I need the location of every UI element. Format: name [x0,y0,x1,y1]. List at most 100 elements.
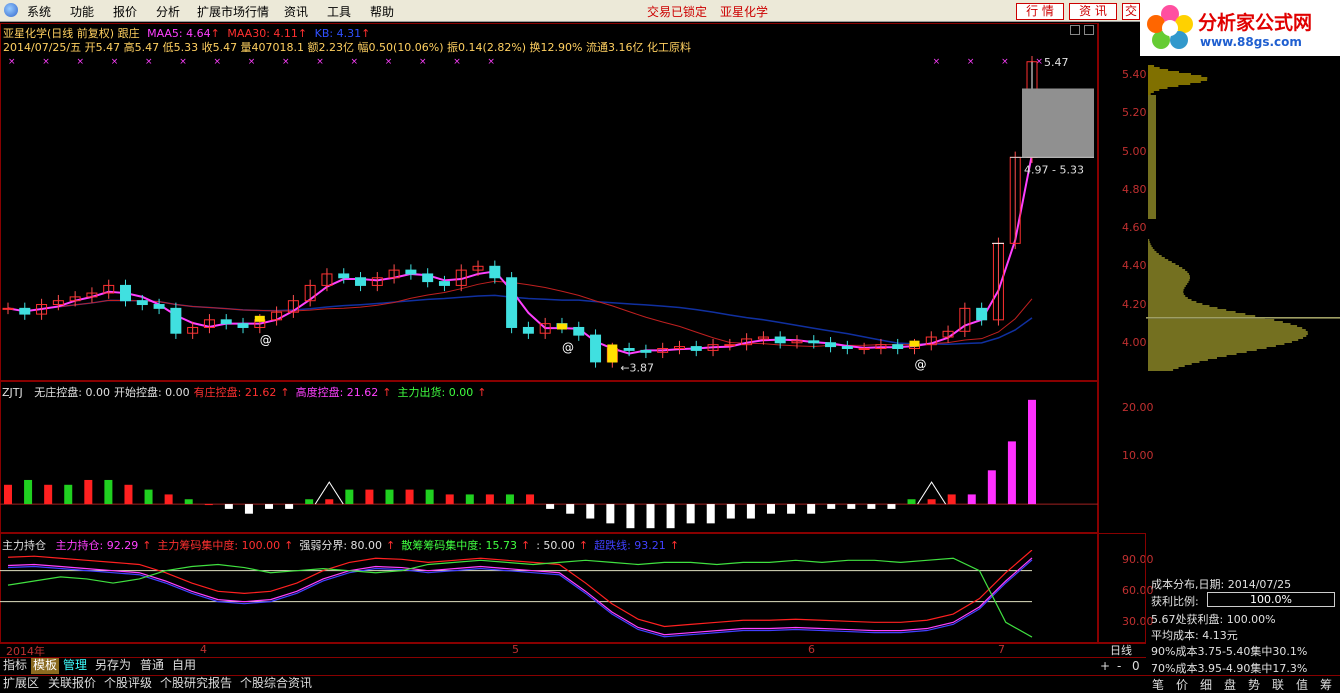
window-maximize-icon[interactable] [1084,25,1094,35]
side-tab-4[interactable]: 势 [1248,676,1260,693]
zjtj-bar [124,484,133,505]
x-marker: × [1001,57,1009,67]
highlight-candle [254,315,265,322]
reset-zoom-icon[interactable]: 0 [1132,659,1140,673]
trade-button[interactable]: 交 [1122,3,1140,20]
menu-help[interactable]: 帮助 [370,3,394,20]
zjtj-bar [405,489,414,505]
x-marker: × [282,57,290,67]
zjtj-bar [646,504,655,529]
candle-body [220,319,232,325]
menu-tools[interactable]: 工具 [327,3,351,20]
date-label-jul: 7 [998,643,1005,656]
tab-stock-rating[interactable]: 个股评级 [104,676,152,692]
zjtj-bar [1007,441,1016,505]
x-marker: × [213,57,221,67]
x-marker: × [111,57,119,67]
zjtj-bar [465,494,474,505]
concentration-line [7,550,1033,628]
zjtj-bar [586,504,595,519]
candle-body [774,336,786,344]
x-marker: × [179,57,187,67]
logo-url: www.88gs.com [1200,35,1302,49]
side-tab-1[interactable]: 价 [1176,676,1188,693]
quote-info-line: 2014/07/25/五 开5.47 高5.47 低5.33 收5.47 量40… [3,41,691,54]
zjtj-bar [244,504,253,514]
zoom-in-icon[interactable]: + [1100,659,1110,673]
low-price-label: ←3.87 [620,362,654,375]
candle-body [506,277,518,328]
tab-ext-area[interactable]: 扩展区 [3,676,39,692]
zjtj-bar [265,504,274,509]
tab-save-as[interactable]: 另存为 [93,658,133,674]
main-hold-line [7,557,1033,636]
candle-body [2,307,14,310]
x-marker: × [967,57,975,67]
tab-template[interactable]: 模板 [31,658,60,674]
side-tab-2[interactable]: 细 [1200,676,1212,693]
price-tick-3: 4.80 [1122,182,1147,196]
side-tab-7[interactable]: 筹 [1320,676,1332,693]
side-tab-5[interactable]: 联 [1272,676,1284,693]
zjtj-bar [606,504,615,524]
zjtj-bar [626,504,635,529]
zjtj-bar [766,504,775,514]
zjtj-bar [204,504,213,506]
zjtj-bar [927,499,936,505]
hold-chart[interactable] [0,550,1098,643]
zoom-out-icon[interactable]: - [1117,659,1121,673]
tab-normal[interactable]: 普通 [138,658,166,674]
tab-research-report[interactable]: 个股研究报告 [160,676,232,692]
zjtj-bar [285,504,294,509]
zjtj-bar [84,479,93,505]
window-restore-icon[interactable] [1070,25,1080,35]
quote-button[interactable]: 行 情 [1016,3,1064,20]
side-tab-6[interactable]: 值 [1296,676,1308,693]
candle-body [690,346,702,351]
candle-body [355,277,367,286]
zjtj-chart[interactable] [0,398,1098,533]
price-tick-5: 4.40 [1122,259,1147,273]
zjtj-bar [184,499,193,505]
zjtj-bar [947,494,956,505]
menu-function[interactable]: 功能 [70,3,94,20]
x-marker: × [42,57,50,67]
tab-stock-news[interactable]: 个股综合资讯 [240,676,312,692]
zjtj-bar [867,504,876,509]
candle-body [976,307,988,321]
zjtj-bar [224,504,233,509]
side-tab-0[interactable]: 笔 [1152,676,1164,693]
zjtj-bar [887,504,896,509]
avg-cost: 平均成本: 4.13元 [1151,629,1238,642]
zjtj-bar [1028,399,1036,505]
cost-70: 70%成本3.95-4.90集中17.3% [1151,662,1308,675]
ma5-line [7,153,1033,355]
tab-related-quote[interactable]: 关联报价 [48,676,96,692]
side-tab-3[interactable]: 盘 [1224,676,1236,693]
tab-indicator[interactable]: 指标 [1,658,29,674]
x-marker: × [8,57,16,67]
period-label[interactable]: 日线 [1110,642,1132,658]
x-marker: × [76,57,84,67]
tab-custom[interactable]: 自用 [170,658,198,674]
candle-body [825,342,837,348]
date-label-apr: 4 [200,643,207,656]
tab-manage[interactable]: 管理 [61,658,89,674]
zjtj-bar [64,484,73,505]
menu-quote[interactable]: 报价 [113,3,137,20]
date-label-jun: 6 [808,643,815,656]
menu-analysis[interactable]: 分析 [156,3,180,20]
zjtj-tick-0: 20.00 [1122,400,1154,414]
candle-body [623,348,635,351]
price-tick-6: 4.20 [1122,297,1147,311]
x-marker: × [487,57,495,67]
zjtj-bar [746,504,755,519]
menu-system[interactable]: 系统 [27,3,51,20]
zjtj-bar [325,499,334,505]
zjtj-bar [787,504,796,514]
kline-chart[interactable]: × × × × × × × × × × × × × × × × × × ×@@@←3.875.474.97 - 5.… [0,56,1098,381]
menu-info[interactable]: 资讯 [284,3,308,20]
menu-ext-market[interactable]: 扩展市场行情 [197,3,269,20]
info-button[interactable]: 资 讯 [1069,3,1117,20]
app-icon[interactable] [4,3,18,17]
